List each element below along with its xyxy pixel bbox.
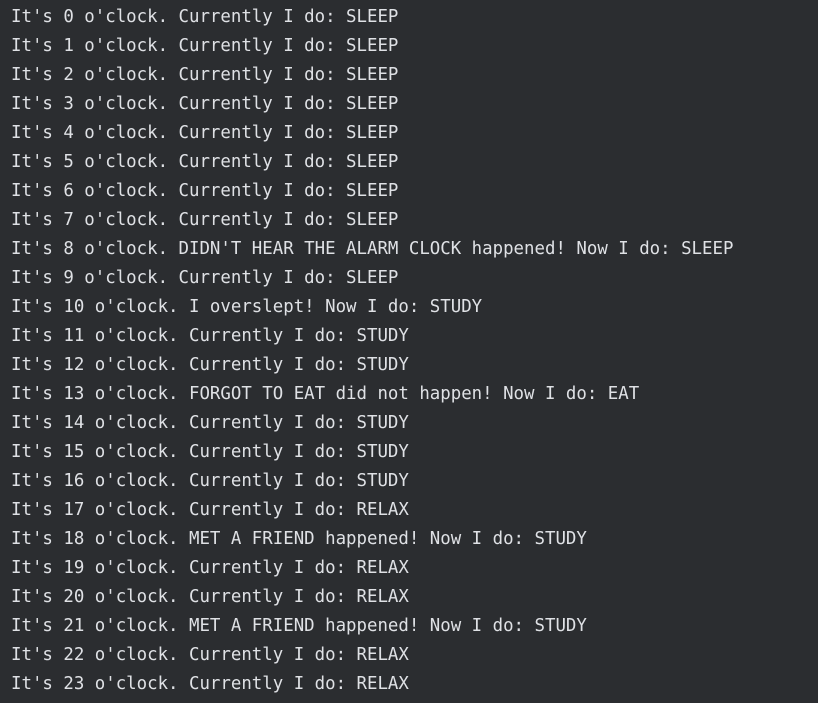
console-line: It's 17 o'clock. Currently I do: RELAX — [11, 500, 409, 520]
console-line: It's 2 o'clock. Currently I do: SLEEP — [11, 65, 399, 85]
console-line: It's 13 o'clock. FORGOT TO EAT did not h… — [11, 384, 640, 404]
console-line: It's 16 o'clock. Currently I do: STUDY — [11, 471, 409, 491]
console-line: It's 12 o'clock. Currently I do: STUDY — [11, 355, 409, 375]
console-line: It's 9 o'clock. Currently I do: SLEEP — [11, 268, 399, 288]
console-line: It's 23 o'clock. Currently I do: RELAX — [11, 674, 409, 694]
console-line: It's 8 o'clock. DIDN'T HEAR THE ALARM CL… — [11, 239, 734, 259]
console-output[interactable]: It's 0 o'clock. Currently I do: SLEEP It… — [0, 0, 818, 703]
console-line: It's 21 o'clock. MET A FRIEND happened! … — [11, 616, 587, 636]
console-line: It's 0 o'clock. Currently I do: SLEEP — [11, 7, 399, 27]
console-line: It's 10 o'clock. I overslept! Now I do: … — [11, 297, 483, 317]
console-line: It's 22 o'clock. Currently I do: RELAX — [11, 645, 409, 665]
console-line: It's 20 o'clock. Currently I do: RELAX — [11, 587, 409, 607]
console-line: It's 15 o'clock. Currently I do: STUDY — [11, 442, 409, 462]
console-line: It's 11 o'clock. Currently I do: STUDY — [11, 326, 409, 346]
console-line: It's 7 o'clock. Currently I do: SLEEP — [11, 210, 399, 230]
console-line: It's 18 o'clock. MET A FRIEND happened! … — [11, 529, 587, 549]
console-line: It's 14 o'clock. Currently I do: STUDY — [11, 413, 409, 433]
console-line: It's 5 o'clock. Currently I do: SLEEP — [11, 152, 399, 172]
console-line: It's 19 o'clock. Currently I do: RELAX — [11, 558, 409, 578]
console-line: It's 1 o'clock. Currently I do: SLEEP — [11, 36, 399, 56]
console-line: It's 4 o'clock. Currently I do: SLEEP — [11, 123, 399, 143]
console-line: It's 3 o'clock. Currently I do: SLEEP — [11, 94, 399, 114]
console-line: It's 6 o'clock. Currently I do: SLEEP — [11, 181, 399, 201]
